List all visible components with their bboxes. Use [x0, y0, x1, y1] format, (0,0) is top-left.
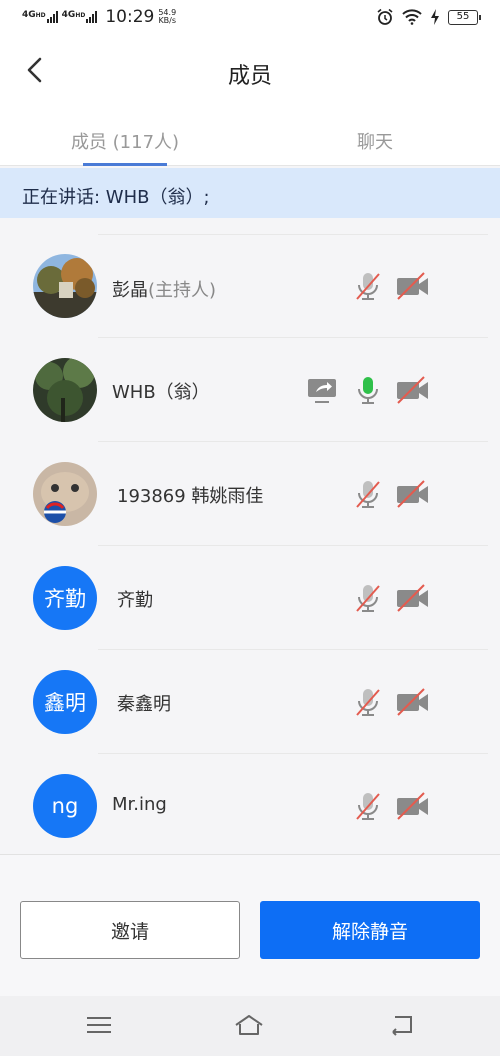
mic-muted-icon[interactable] [350, 268, 386, 304]
screen-share-icon[interactable] [304, 372, 340, 408]
menu-icon[interactable] [84, 1012, 114, 1038]
camera-off-icon[interactable] [394, 684, 430, 720]
member-name: 齐勤 [117, 590, 153, 611]
member-name: 秦鑫明 [117, 694, 171, 715]
member-row[interactable]: WHB（翁） [0, 338, 500, 442]
avatar [33, 254, 97, 318]
back-icon[interactable] [387, 1012, 417, 1038]
header: 成员 [0, 34, 500, 110]
wifi-icon [402, 9, 422, 25]
invite-button[interactable]: 邀请 [20, 901, 240, 959]
signal-bars-icon [86, 11, 98, 23]
mic-muted-icon[interactable] [350, 476, 386, 512]
tab-bar: 成员 (117人) 聊天 [0, 110, 500, 166]
system-nav-bar [0, 996, 500, 1056]
member-name: 彭晶(主持人) [112, 280, 217, 301]
avatar: 齐勤 [33, 566, 97, 630]
camera-off-icon[interactable] [394, 372, 430, 408]
tab-members[interactable]: 成员 (117人) [0, 110, 250, 166]
avatar: 鑫明 [33, 670, 97, 734]
member-row[interactable]: 193869 韩姚雨佳 [0, 442, 500, 546]
mic-muted-icon[interactable] [350, 580, 386, 616]
camera-off-icon[interactable] [394, 476, 430, 512]
battery-icon: 55 [448, 9, 481, 25]
avatar [33, 462, 97, 526]
camera-off-icon[interactable] [394, 788, 430, 824]
alarm-icon [377, 8, 393, 25]
speaking-banner: 正在讲话: WHB（翁）; [0, 168, 500, 218]
member-row[interactable]: ng Mr.ing [0, 754, 500, 854]
member-row[interactable]: 齐勤 齐勤 [0, 546, 500, 650]
member-list[interactable]: 彭晶(主持人) WHB（翁） 193869 韩姚雨佳 齐勤 齐勤 鑫明 秦鑫明 … [0, 218, 500, 854]
mic-muted-icon[interactable] [350, 788, 386, 824]
member-name: WHB（翁） [112, 382, 210, 403]
signal-1: 4GHD [22, 11, 58, 23]
member-name: Mr.ing [112, 794, 167, 815]
mic-muted-icon[interactable] [350, 684, 386, 720]
avatar: ng [33, 774, 97, 838]
signal-bars-icon [46, 11, 58, 23]
member-row[interactable]: 彭晶(主持人) [0, 234, 500, 338]
signal-2: 4GHD [62, 11, 98, 23]
member-row[interactable]: 鑫明 秦鑫明 [0, 650, 500, 754]
action-bar: 邀请 解除静音 [0, 854, 500, 996]
camera-off-icon[interactable] [394, 580, 430, 616]
page-title: 成员 [227, 64, 272, 89]
charging-icon [431, 9, 439, 25]
mic-active-icon[interactable] [350, 372, 386, 408]
home-icon[interactable] [234, 1012, 264, 1038]
status-bar: 4GHD 4GHD 10:29 54.9 KB/s 55 [0, 0, 500, 34]
avatar [33, 358, 97, 422]
net-speed: 54.9 KB/s [158, 8, 177, 25]
clock: 10:29 [105, 7, 155, 27]
member-name: 193869 韩姚雨佳 [117, 486, 264, 507]
unmute-all-button[interactable]: 解除静音 [260, 901, 480, 959]
camera-off-icon[interactable] [394, 268, 430, 304]
tab-chat[interactable]: 聊天 [250, 110, 500, 165]
